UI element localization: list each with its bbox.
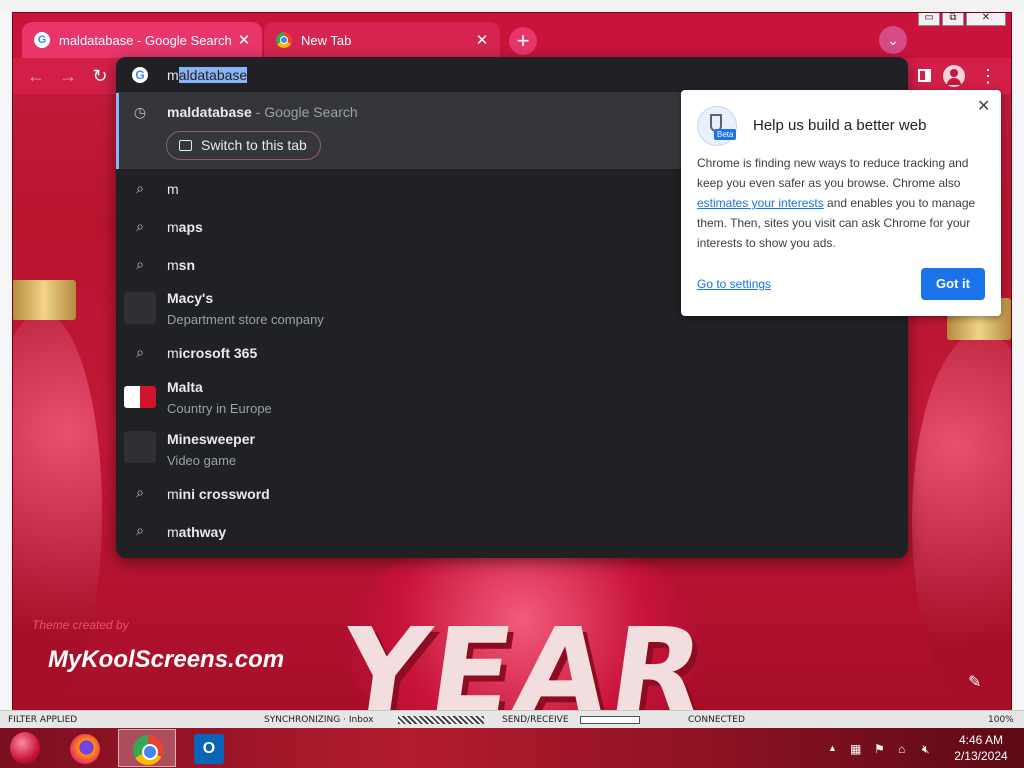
taskbar-outlook[interactable]: O xyxy=(180,729,238,767)
power-icon[interactable]: ⌂ xyxy=(898,742,905,756)
search-icon: ⌕ xyxy=(136,180,144,196)
restore-button[interactable]: ⧉ xyxy=(942,12,964,26)
suggestion-text: maps xyxy=(167,219,203,235)
suggestion-text: microsoft 365 xyxy=(167,345,258,361)
suggestion-row[interactable]: ⌕ mathway xyxy=(116,511,908,551)
taskbar-firefox[interactable] xyxy=(56,729,114,767)
google-g-icon: G xyxy=(132,67,148,83)
address-bar[interactable]: G maldatabase xyxy=(116,57,908,93)
profile-avatar[interactable] xyxy=(943,65,965,87)
close-window-button[interactable]: ✕ xyxy=(966,12,1006,26)
malta-flag-icon xyxy=(124,386,156,408)
minimize-button[interactable]: ▭ xyxy=(918,12,940,26)
suggestion-text: mathway xyxy=(167,524,227,540)
switch-to-tab-button[interactable]: Switch to this tab xyxy=(166,131,321,160)
sync-progress-bar xyxy=(398,716,484,724)
send-progress-bar xyxy=(580,716,640,724)
back-button[interactable]: ← xyxy=(22,62,50,90)
search-icon: ⌕ xyxy=(136,344,144,360)
volume-muted-icon[interactable]: 🔇︎ xyxy=(922,742,930,757)
clock-time: 4:46 AM xyxy=(958,733,1004,747)
suggestion-text: msn xyxy=(167,257,196,273)
theme-credit: Theme created by xyxy=(32,618,129,632)
outlook-left-edge xyxy=(0,12,12,712)
suggestion-subtitle: Department store company xyxy=(167,312,324,327)
suggestion-text: Malta xyxy=(167,379,203,395)
sync-status: SYNCHRONIZING · Inbox xyxy=(264,715,374,725)
suggestion-text: Minesweeper xyxy=(167,431,255,447)
suggestion-text: maldatabase - Google Search xyxy=(167,104,358,120)
dialog-body: Chrome is finding new ways to reduce tra… xyxy=(697,156,976,250)
got-it-button[interactable]: Got it xyxy=(921,268,985,300)
suggestion-subtitle: Country in Europe xyxy=(167,401,272,416)
system-clock[interactable]: 4:46 AM 2/13/2024 xyxy=(950,732,1012,764)
go-to-settings-link[interactable]: Go to settings xyxy=(697,277,771,291)
side-panel-icon[interactable] xyxy=(910,62,938,90)
taskbar-chrome[interactable] xyxy=(118,729,176,767)
close-tab-icon[interactable]: ✕ xyxy=(236,31,252,49)
search-icon: ⌕ xyxy=(136,256,144,272)
outlook-right-edge xyxy=(1012,12,1024,712)
omnibox-input-text[interactable]: maldatabase xyxy=(167,67,248,83)
outlook-icon: O xyxy=(194,734,224,764)
dialog-title: Help us build a better web xyxy=(753,117,927,134)
autocomplete-selection: aldatabase xyxy=(178,67,248,83)
entity-thumbnail xyxy=(124,431,156,463)
customize-pencil-icon[interactable]: ✎ xyxy=(968,672,981,692)
new-tab-button[interactable]: + xyxy=(509,27,537,55)
tab-title: maldatabase - Google Search xyxy=(59,32,232,48)
privacy-sandbox-dialog: Beta Help us build a better web ✕ Chrome… xyxy=(681,90,1001,316)
hero-year-text: YEAR xyxy=(332,602,716,714)
clock-date: 2/13/2024 xyxy=(954,749,1008,763)
forward-button[interactable]: → xyxy=(54,62,82,90)
chrome-icon xyxy=(133,735,163,765)
suggestion-row[interactable]: Malta Country in Europe xyxy=(116,371,908,421)
search-icon: ⌕ xyxy=(136,522,144,538)
zoom-level: 100% xyxy=(988,715,1014,725)
suggestion-subtitle: Video game xyxy=(167,453,237,468)
google-g-icon: G xyxy=(34,32,50,48)
tab-title: New Tab xyxy=(301,32,352,48)
estimates-interests-link[interactable]: estimates your interests xyxy=(697,196,824,210)
history-clock-icon: ◷ xyxy=(133,104,147,120)
suggestion-row[interactable]: ⌕ mini crossword xyxy=(116,473,908,511)
tab-search-button[interactable]: ⌄ xyxy=(879,26,907,54)
search-icon: ⌕ xyxy=(136,484,144,500)
suggestion-row[interactable]: ⌕ microsoft 365 xyxy=(116,333,908,371)
entity-thumbnail xyxy=(124,292,156,324)
tab-icon xyxy=(179,140,192,151)
connection-status: CONNECTED xyxy=(688,715,745,725)
tab-new-tab[interactable]: New Tab ✕ xyxy=(264,22,500,58)
suggestion-text: mini crossword xyxy=(167,486,270,502)
ornament-right xyxy=(912,332,1012,712)
send-receive-status: SEND/RECEIVE xyxy=(502,715,569,725)
suggestion-text: Macy's xyxy=(167,290,214,306)
search-icon: ⌕ xyxy=(136,218,144,234)
suggestion-row[interactable]: Minesweeper Video game xyxy=(116,421,908,473)
suggestion-text: m xyxy=(167,181,179,197)
action-center-flag-icon[interactable]: ⚑ xyxy=(874,742,885,756)
network-icon[interactable]: ▦ xyxy=(850,742,861,756)
outlook-status-bar: FILTER APPLIED SYNCHRONIZING · Inbox SEN… xyxy=(0,710,1024,728)
reload-button[interactable]: ↻ xyxy=(86,62,114,90)
show-hidden-icons[interactable]: ▲ xyxy=(828,743,837,753)
filter-status: FILTER APPLIED xyxy=(8,715,78,725)
close-tab-icon[interactable]: ✕ xyxy=(474,31,490,49)
windows-taskbar: O ▲ ▦ ⚑ ⌂ 🔇︎ 4:46 AM 2/13/2024 xyxy=(0,728,1024,768)
tab-strip: G maldatabase - Google Search ✕ New Tab … xyxy=(12,12,1012,58)
start-button[interactable] xyxy=(10,732,40,764)
ornament-cap-left xyxy=(12,280,76,320)
chrome-icon xyxy=(276,32,292,48)
theme-brand-text: MyKoolScreens.com xyxy=(48,646,285,673)
close-icon[interactable]: ✕ xyxy=(977,96,990,116)
desktop-top-strip xyxy=(0,0,1024,12)
tab-maldatabase[interactable]: G maldatabase - Google Search ✕ xyxy=(22,22,262,58)
beta-flask-icon: Beta xyxy=(697,106,737,146)
firefox-icon xyxy=(70,734,100,764)
chrome-menu-button[interactable]: ⋮ xyxy=(974,62,1002,90)
